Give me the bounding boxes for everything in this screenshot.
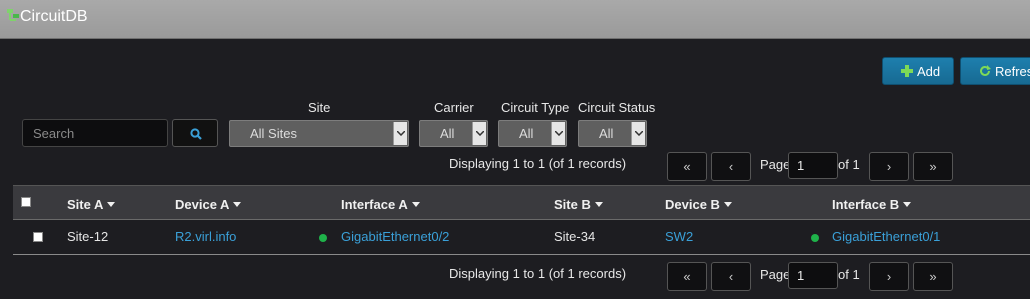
column-header-label: Interface A — [341, 197, 408, 212]
circuit-logo-icon — [7, 9, 19, 21]
circuit-status-select[interactable]: All — [578, 120, 647, 147]
interface-b-link[interactable]: GigabitEthernet0/1 — [832, 229, 940, 244]
chevron-down-icon — [631, 122, 645, 145]
column-header-device-b[interactable]: Device B — [665, 197, 732, 212]
refresh-icon — [980, 65, 991, 76]
sort-caret-icon — [594, 202, 603, 207]
last-page-button-bottom[interactable]: » — [913, 262, 953, 291]
column-header-label: Site A — [67, 197, 104, 212]
page-total-label: of 1 — [838, 157, 860, 172]
sort-caret-icon — [411, 202, 420, 207]
search-input[interactable] — [22, 119, 168, 147]
title-bar: CircuitDB — [0, 0, 1030, 39]
carrier-select[interactable]: All — [419, 120, 488, 147]
column-header-label: Device A — [175, 197, 230, 212]
column-header-label: Site B — [554, 197, 591, 212]
sort-caret-icon — [107, 202, 116, 207]
chevron-down-icon — [551, 122, 565, 145]
first-page-button-bottom[interactable]: « — [667, 262, 707, 291]
records-display-text-bottom: Displaying 1 to 1 (of 1 records) — [449, 266, 627, 281]
first-page-button[interactable]: « — [667, 152, 707, 181]
sort-caret-icon — [723, 202, 732, 207]
add-button-label: Add — [917, 63, 941, 79]
sort-caret-icon — [903, 202, 912, 207]
column-header-interface-a[interactable]: Interface A — [341, 197, 420, 212]
last-page-button[interactable]: » — [913, 152, 953, 181]
column-header-label: Interface B — [832, 197, 900, 212]
device-a-link[interactable]: R2.virl.info — [175, 229, 236, 244]
next-page-button-bottom[interactable]: › — [869, 262, 909, 291]
chevron-down-icon — [393, 122, 407, 145]
search-button[interactable] — [172, 119, 218, 147]
page-number-input[interactable] — [788, 152, 838, 179]
row-checkbox[interactable] — [33, 232, 43, 242]
prev-page-button[interactable]: ‹ — [711, 152, 751, 181]
site-select-value: All Sites — [250, 126, 297, 141]
next-page-button[interactable]: › — [869, 152, 909, 181]
interface-a-status-dot — [319, 234, 327, 242]
page-number-input-bottom[interactable] — [788, 262, 838, 289]
site-a-cell: Site-12 — [67, 229, 109, 244]
plus-icon — [901, 65, 913, 77]
interface-b-status-dot — [811, 234, 819, 242]
column-header-site-b[interactable]: Site B — [554, 197, 603, 212]
app-title: CircuitDB — [20, 8, 88, 25]
circuit-status-select-value: All — [599, 126, 614, 141]
refresh-button[interactable]: Refresh — [960, 57, 1030, 85]
column-header-device-a[interactable]: Device A — [175, 197, 242, 212]
interface-a-link[interactable]: GigabitEthernet0/2 — [341, 229, 449, 244]
page-label: Page — [760, 157, 791, 172]
site-select[interactable]: All Sites — [229, 120, 409, 147]
circuit-type-select-value: All — [519, 126, 534, 141]
site-filter-label: Site — [308, 100, 331, 115]
circuit-type-filter-label: Circuit Type — [501, 100, 570, 115]
circuit-status-filter-label: Circuit Status — [578, 100, 656, 115]
records-display-text: Displaying 1 to 1 (of 1 records) — [449, 156, 627, 171]
search-icon — [190, 128, 202, 140]
page-label-bottom: Page — [760, 267, 791, 282]
carrier-filter-label: Carrier — [434, 100, 474, 115]
prev-page-button-bottom[interactable]: ‹ — [711, 262, 751, 291]
carrier-select-value: All — [440, 126, 455, 141]
column-header-label: Device B — [665, 197, 720, 212]
table-header: Site A Device A Interface A Site B Devic… — [13, 185, 1030, 220]
column-header-site-a[interactable]: Site A — [67, 197, 116, 212]
circuit-type-select[interactable]: All — [498, 120, 567, 147]
chevron-down-icon — [472, 122, 486, 145]
select-all-checkbox[interactable] — [21, 197, 31, 207]
sort-caret-icon — [233, 202, 242, 207]
refresh-button-label: Refresh — [995, 63, 1030, 79]
column-header-interface-b[interactable]: Interface B — [832, 197, 912, 212]
add-button[interactable]: Add — [882, 57, 954, 85]
device-b-link[interactable]: SW2 — [665, 229, 693, 244]
site-b-cell: Site-34 — [554, 229, 596, 244]
page-total-label-bottom: of 1 — [838, 267, 860, 282]
table-row: Site-12 R2.virl.info GigabitEthernet0/2 … — [13, 220, 1030, 255]
